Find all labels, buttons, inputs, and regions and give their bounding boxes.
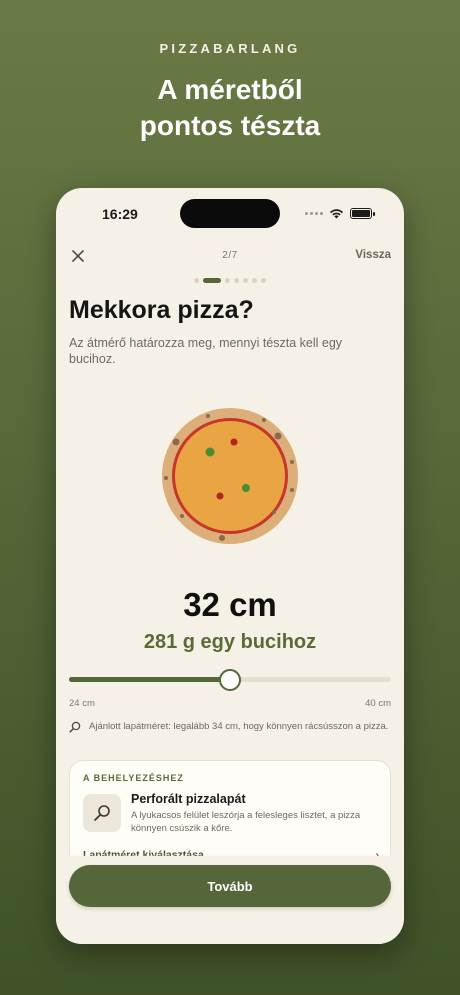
- page-subtitle: Az átmérő határozza meg, mennyi tészta k…: [69, 336, 343, 366]
- headline-line-1: A méretből: [157, 74, 303, 105]
- pizza-size-value: 32 cm: [183, 586, 277, 623]
- promo-headline: A méretből pontos tészta: [0, 72, 460, 144]
- card-icon-box: [83, 794, 121, 832]
- progress-dot: [234, 278, 239, 283]
- slider-fill: [69, 677, 230, 682]
- back-button[interactable]: Vissza: [355, 249, 391, 261]
- pizza-illustration: [162, 408, 298, 544]
- peel-icon: [94, 805, 110, 821]
- progress-dot: [252, 278, 257, 283]
- brand-name: PIZZABARLANG: [159, 41, 301, 56]
- progress-dots: [56, 278, 404, 283]
- battery-icon: [350, 208, 375, 219]
- status-time: 16:29: [102, 206, 138, 222]
- hint-text: Ajánlott lapátméret: legalább 34 cm, hog…: [89, 721, 389, 732]
- slider-min-label: 24 cm: [69, 698, 95, 709]
- slider-thumb[interactable]: [219, 669, 241, 691]
- progress-dot: [194, 278, 199, 283]
- page-title: Mekkora pizza?: [69, 296, 254, 324]
- progress-dot-active: [203, 278, 221, 283]
- phone-screen: 16:29 2/7 Vissza Mekkora pizza? Az átmér…: [56, 188, 404, 944]
- status-icons: [305, 208, 375, 219]
- headline-line-2: pontos tészta: [139, 110, 321, 141]
- wifi-icon: [330, 209, 343, 219]
- progress-dot: [225, 278, 230, 283]
- dough-weight-value: 281 g egy bucihoz: [143, 631, 317, 653]
- peel-hint: Ajánlott lapátméret: legalább 34 cm, hog…: [69, 720, 391, 734]
- progress-dot: [261, 278, 266, 283]
- step-indicator: 2/7: [222, 250, 238, 261]
- continue-button[interactable]: Tovább: [69, 865, 391, 907]
- slider-max-label: 40 cm: [365, 698, 391, 709]
- dynamic-island: [180, 199, 280, 228]
- card-description: A lyukacsos felület leszórja a feleslege…: [131, 810, 361, 834]
- search-icon: [69, 721, 81, 733]
- card-title: Perforált pizzalapát: [131, 792, 246, 806]
- progress-dot: [243, 278, 248, 283]
- card-section-label: A BEHELYEZÉSHEZ: [83, 773, 184, 783]
- signal-icon: [305, 212, 323, 215]
- size-slider[interactable]: [69, 669, 391, 691]
